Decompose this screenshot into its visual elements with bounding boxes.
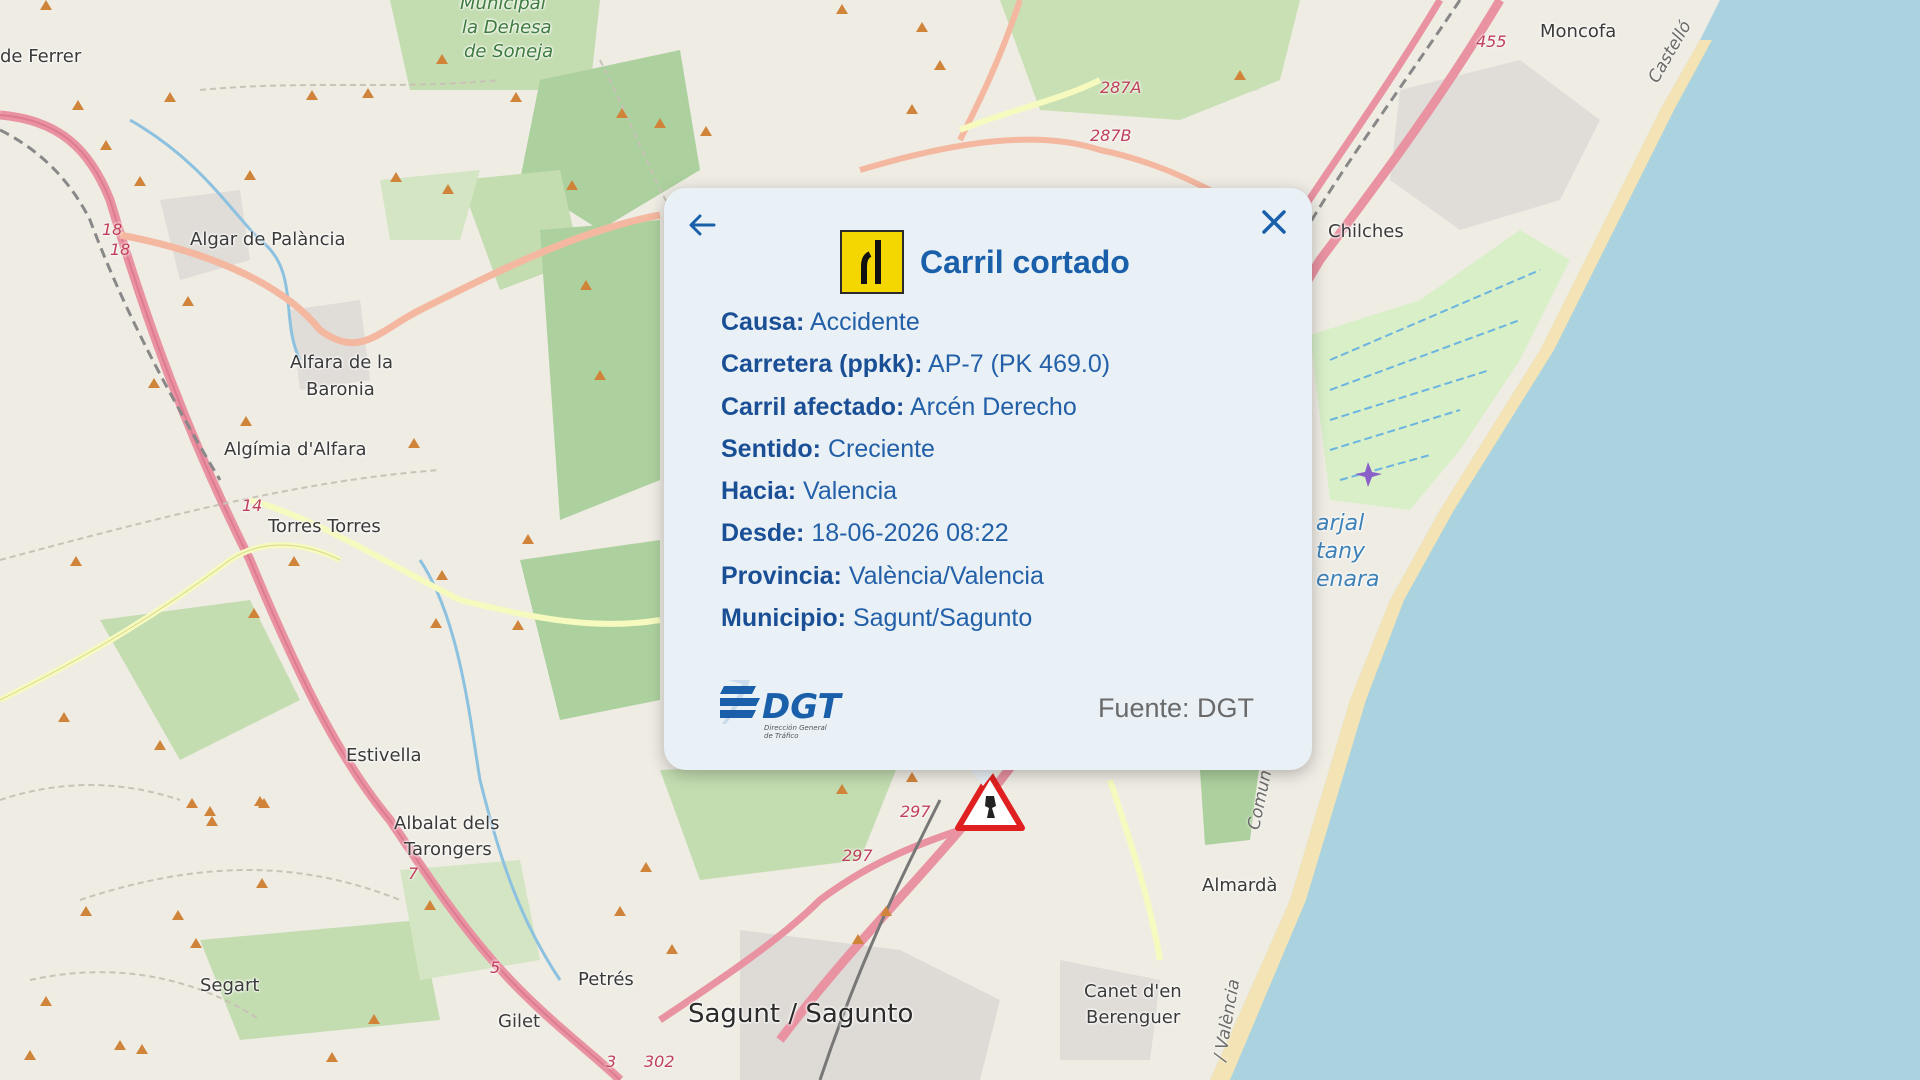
road-number: 297 [842, 846, 873, 865]
detail-value: Arcén Derecho [909, 392, 1077, 421]
detail-row: Carretera (ppkk): AP-7 (PK 469.0) [721, 350, 1110, 392]
park-label: la Dehesa [462, 17, 552, 38]
detail-value: València/Valencia [848, 561, 1044, 590]
place-label: Tarongers [404, 839, 492, 860]
place-label: Segart [200, 975, 260, 996]
incident-popup: Carril cortado Causa: Accidente Carreter… [664, 188, 1312, 770]
water-label: enara [1316, 567, 1380, 592]
lane-closed-sign-icon [840, 230, 904, 294]
popup-title: Carril cortado [920, 243, 1130, 280]
water-label: arjal [1316, 511, 1365, 536]
detail-value: AP-7 (PK 469.0) [928, 350, 1111, 379]
place-label: Estivella [346, 745, 422, 766]
place-label: Moncofa [1540, 21, 1617, 42]
popup-tip [969, 768, 997, 786]
arrow-left-icon [689, 214, 716, 236]
road-number: 5 [490, 958, 501, 977]
detail-row: Provincia: València/Valencia [721, 562, 1110, 604]
detail-key: Desde: [721, 519, 805, 548]
detail-row: Municipio: Sagunt/Sagunto [721, 604, 1110, 646]
place-label: Algímia d'Alfara [224, 439, 367, 460]
road-number: 302 [644, 1052, 675, 1071]
detail-row: Causa: Accidente [721, 308, 1110, 350]
detail-key: Municipio: [721, 604, 846, 633]
place-label: Almardà [1202, 875, 1278, 896]
close-button[interactable] [1256, 204, 1292, 240]
water-label: tany [1316, 539, 1366, 564]
place-label: Chilches [1328, 221, 1404, 242]
road-number: 3 [606, 1052, 617, 1071]
detail-value: Valencia [803, 477, 898, 506]
place-label: Petrés [578, 969, 634, 990]
detail-value: Accidente [809, 308, 920, 336]
place-label: Berenguer [1086, 1007, 1181, 1028]
detail-row: Carril afectado: Arcén Derecho [721, 393, 1110, 435]
back-button[interactable] [686, 210, 720, 240]
road-number: 14 [242, 496, 263, 515]
road-number: 7 [408, 864, 419, 883]
detail-value: Sagunt/Sagunto [852, 604, 1033, 633]
detail-value: 18-06-2026 08:22 [811, 519, 1009, 548]
detail-key: Causa: [721, 308, 805, 336]
place-label: Torres Torres [268, 516, 381, 537]
detail-key: Carril afectado: [721, 392, 905, 421]
detail-key: Hacia: [721, 477, 797, 506]
dgt-logo-sub: de Tráfico [764, 732, 799, 740]
source-label: Fuente: DGT [1097, 693, 1254, 723]
close-icon [1262, 210, 1286, 234]
detail-row: Hacia: Valencia [721, 477, 1110, 519]
popup-header: Carril cortado [840, 230, 1130, 294]
park-label: de Soneja [464, 41, 554, 62]
road-number: 18 [110, 240, 131, 259]
park-label: Municipal [460, 0, 546, 14]
place-label: Algar de Palància [190, 229, 346, 250]
detail-key: Provincia: [721, 561, 842, 590]
place-label: Baronia [306, 379, 375, 400]
incident-details: Causa: Accidente Carretera (ppkk): AP-7 … [721, 308, 1110, 646]
dgt-logo: DGT Dirección General de Tráfico [720, 676, 850, 747]
detail-value: Creciente [827, 434, 935, 463]
place-label: de Ferrer [0, 46, 82, 67]
road-number: 297 [900, 802, 931, 821]
detail-key: Sentido: [721, 434, 821, 463]
dgt-logo-sub: Dirección General [764, 724, 827, 732]
road-number: 455 [1476, 32, 1507, 51]
dgt-logo-text: DGT [762, 687, 844, 727]
place-label: Sagunt / Sagunto [688, 999, 914, 1029]
detail-row: Sentido: Creciente [721, 435, 1110, 477]
road-number: 18 [102, 220, 123, 239]
road-number: 287B [1090, 126, 1132, 145]
road-number: 287A [1100, 78, 1142, 97]
place-label: Gilet [498, 1011, 541, 1032]
place-label: Albalat dels [394, 813, 500, 834]
place-label: Alfara de la [290, 352, 394, 373]
detail-row: Desde: 18-06-2026 08:22 [721, 519, 1110, 561]
detail-key: Carretera (ppkk): [721, 350, 923, 379]
place-label: Canet d'en [1084, 981, 1182, 1002]
